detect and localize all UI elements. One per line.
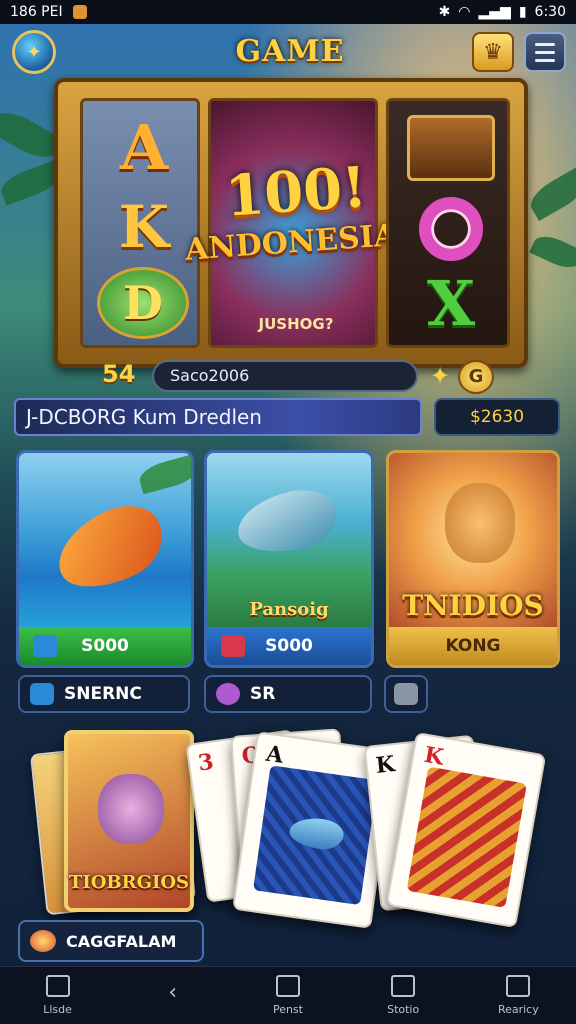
reel-middle[interactable]: 100! ANDONESIA! JUSHOG? — [184, 98, 411, 348]
hamburger-icon — [535, 42, 555, 46]
palm-leaf-decoration — [529, 230, 576, 274]
reel-left[interactable]: A K D — [80, 98, 200, 348]
game-icon — [221, 635, 245, 657]
star-icon[interactable]: ✦ — [426, 362, 454, 390]
nav-label: Rearicy — [497, 1003, 539, 1016]
game-art: TNIDIOS — [389, 453, 557, 629]
game-label: S000 — [81, 636, 129, 656]
game-card-fishing-2[interactable]: Pansoig S000 — [204, 450, 374, 668]
card-rank: K — [374, 751, 397, 779]
bet-input[interactable]: Saco2006 — [152, 360, 418, 392]
game-art — [19, 453, 191, 629]
category-chip-sr[interactable]: SR — [204, 675, 372, 713]
game-name: TNIDIOS — [402, 589, 544, 622]
card-rank: 3 — [196, 748, 216, 777]
jackpot-banner[interactable]: J-DCBORG Kum Dredlen — [14, 398, 422, 436]
slot-machine: A K D 100! ANDONESIA! JUSHOG? X — [54, 78, 528, 368]
house-icon — [275, 975, 300, 997]
credits-count: 54 — [102, 360, 136, 388]
battery-icon: ▮ — [518, 4, 527, 20]
square-icon — [391, 975, 416, 997]
game-art: Pansoig — [207, 453, 371, 629]
logo-icon: ✦ — [26, 41, 42, 63]
jackpot-amount: $2630 — [434, 398, 560, 436]
game-label: S000 — [265, 636, 313, 656]
app-logo-button[interactable]: ✦ — [12, 30, 56, 74]
leaf-decoration — [136, 453, 191, 495]
device-icon — [394, 683, 418, 705]
status-left-text: 186 PEI — [10, 4, 63, 20]
status-time: 6:30 — [534, 4, 566, 20]
trophy-button[interactable]: ♛ — [472, 32, 514, 72]
nav-item-home[interactable]: Llsde — [18, 975, 98, 1016]
slot-symbol-d: D — [97, 267, 189, 339]
exit-icon — [506, 975, 531, 997]
fish-illustration — [45, 493, 175, 603]
card-rank: K — [422, 741, 446, 771]
slot-symbol-x: X — [426, 267, 476, 340]
back-icon: ‹ — [168, 979, 178, 1005]
game-label-bar: S000 — [207, 627, 371, 665]
slot-symbol-k: K — [118, 193, 170, 261]
trophy-icon: ♛ — [483, 39, 503, 65]
card-rank: A — [264, 740, 285, 769]
nav-item-stotio[interactable]: Stotio — [363, 975, 443, 1016]
nav-label: Penst — [272, 1003, 303, 1016]
game-card-fishing-1[interactable]: S000 — [16, 450, 194, 668]
slot-symbol-a: A — [119, 111, 169, 184]
coin-button[interactable]: G — [458, 360, 494, 394]
camera-icon — [216, 683, 240, 705]
nav-label: Llsde — [43, 1003, 72, 1016]
game-icon — [33, 635, 57, 657]
slot-symbol-o — [419, 197, 483, 261]
notification-icon — [72, 5, 87, 19]
signal-icon: ▂▄▆ — [478, 4, 511, 20]
home-icon — [45, 975, 70, 997]
nav-item-rearicy[interactable]: Rearicy — [478, 975, 558, 1016]
game-label: KONG — [445, 636, 501, 656]
tag-icon — [30, 683, 54, 705]
category-chip-snernc[interactable]: SNERNC — [18, 675, 190, 713]
card-face-art — [406, 766, 527, 908]
treasure-chest-icon — [407, 115, 495, 181]
fish-illustration — [232, 483, 342, 561]
chip-label: SNERNC — [64, 684, 142, 704]
status-bar: 186 PEI ✱ ◠ ▂▄▆ ▮ 6:30 — [0, 0, 576, 24]
game-label-bar: S000 — [19, 627, 191, 665]
game-card-tnidios[interactable]: TNIDIOS KONG — [386, 450, 560, 668]
menu-button[interactable] — [524, 32, 566, 72]
bluetooth-icon: ✱ — [438, 4, 451, 20]
promo-button[interactable]: CAGGFALAM — [18, 920, 204, 962]
bottom-navigation: Llsde ‹ Penst Stotio Rearicy — [0, 966, 576, 1024]
reel-right[interactable]: X — [386, 98, 510, 348]
character-illustration — [445, 483, 515, 563]
feature-card-title: TIOBRGIOS — [68, 872, 190, 893]
treasure-icon — [30, 930, 56, 952]
game-label-bar: KONG — [389, 627, 557, 665]
palm-leaf-decoration — [525, 166, 576, 222]
promo-label: CAGGFALAM — [66, 931, 177, 951]
nav-item-back[interactable]: ‹ — [133, 979, 213, 1010]
character-illustration — [98, 774, 164, 844]
page-title: GAME INDONSIA — [196, 34, 383, 113]
chip-label: SR — [250, 684, 276, 704]
card-face-art — [253, 765, 378, 906]
nav-label: Stotio — [387, 1003, 420, 1016]
fish-illustration — [287, 814, 346, 852]
feature-card[interactable]: TIOBRGIOS — [64, 730, 194, 912]
nav-item-penst[interactable]: Penst — [248, 975, 328, 1016]
wifi-icon: ◠ — [458, 4, 471, 20]
category-chip-device[interactable] — [384, 675, 428, 713]
game-name: Pansoig — [249, 599, 329, 620]
reel-caption: JUSHOG? — [258, 315, 334, 333]
